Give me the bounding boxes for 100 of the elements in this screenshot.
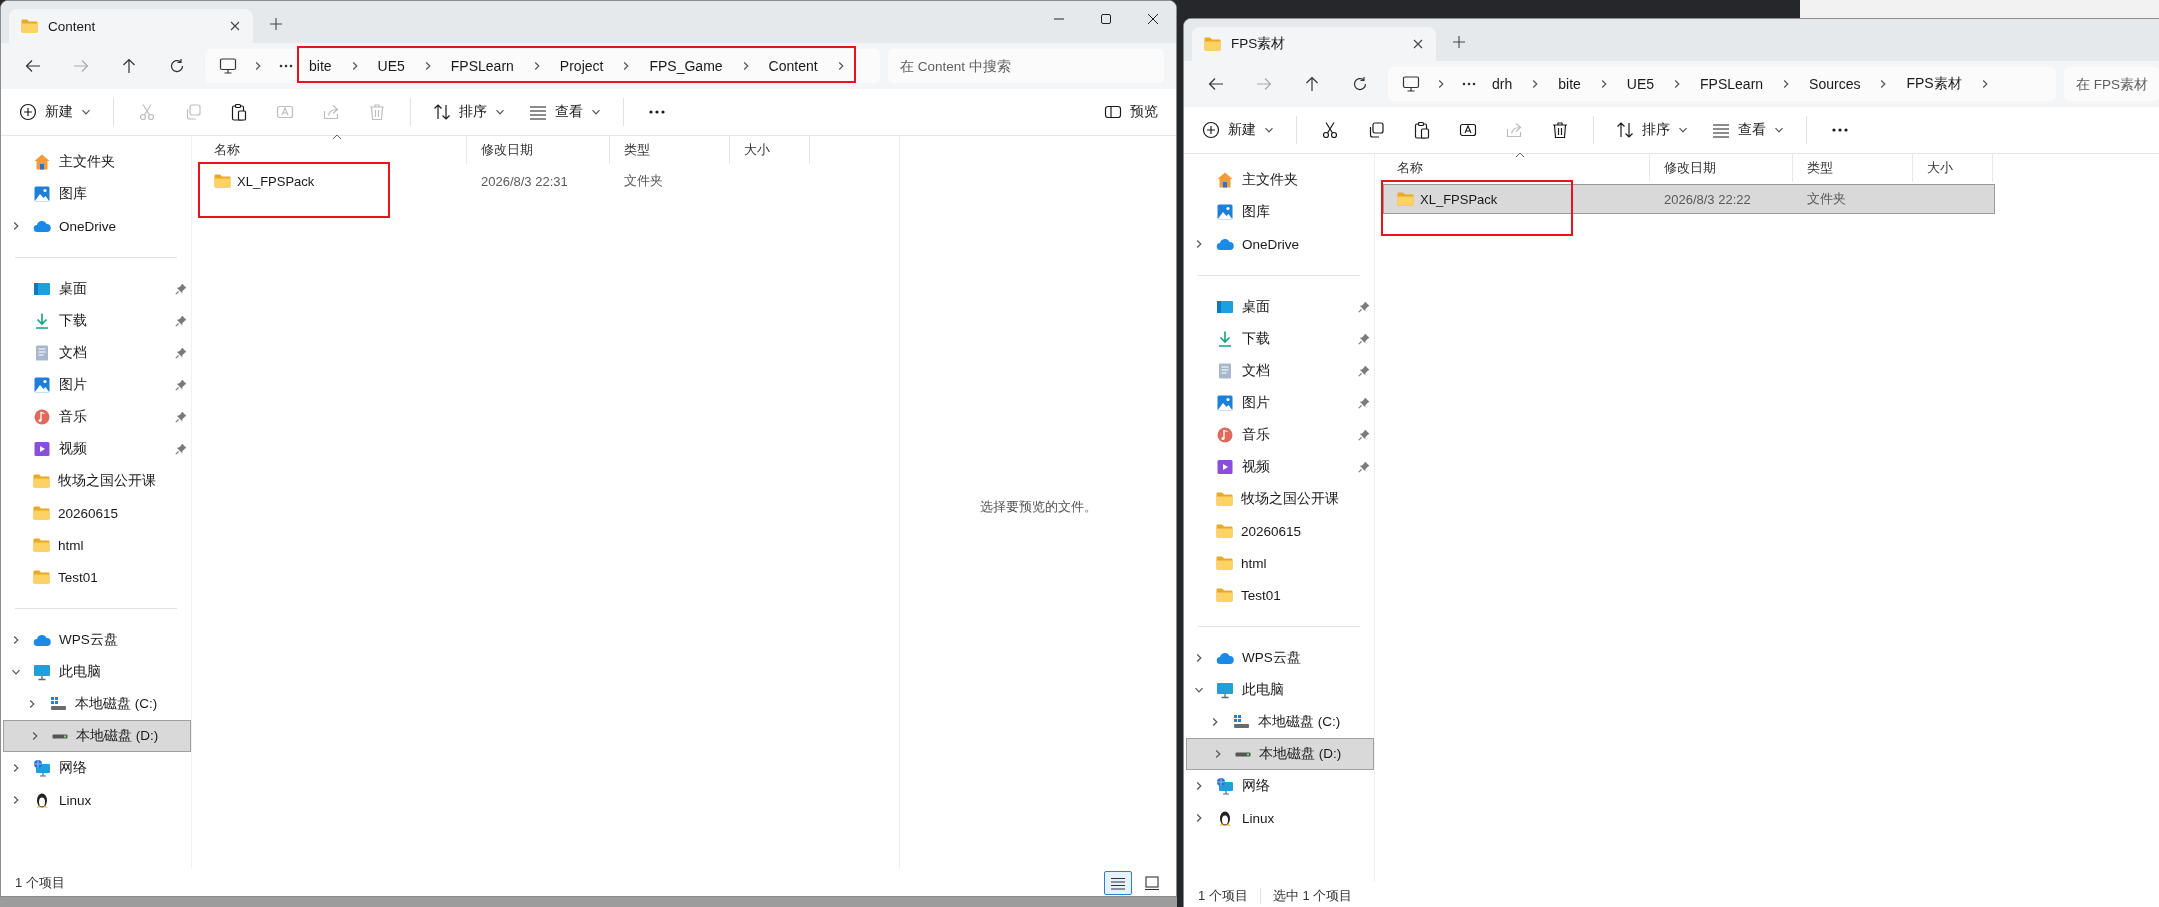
sidebar-item[interactable]: html	[1, 529, 191, 561]
sidebar-item[interactable]: 图片	[1184, 387, 1374, 419]
preview-button[interactable]: 预览	[1096, 95, 1166, 129]
view-button[interactable]: 查看	[1704, 113, 1792, 147]
expand-chevron-icon[interactable]	[27, 699, 37, 709]
close-tab-icon[interactable]	[1412, 38, 1424, 50]
caret-icon[interactable]	[1678, 125, 1688, 135]
sidebar-item[interactable]: 视频	[1184, 451, 1374, 483]
sidebar-item[interactable]: Test01	[1184, 579, 1374, 611]
column-header[interactable]: 大小	[730, 136, 810, 164]
sidebar-item[interactable]: 牧场之国公开课	[1, 465, 191, 497]
sidebar-item[interactable]: OneDrive	[1184, 228, 1374, 260]
collapse-chevron-icon[interactable]	[1194, 685, 1204, 695]
sidebar-item[interactable]: 桌面	[1184, 291, 1374, 323]
new-button[interactable]: 新建	[1194, 113, 1282, 147]
breadcrumb[interactable]: FPS素材	[1906, 75, 1962, 93]
view-button[interactable]: 查看	[521, 95, 609, 129]
pin-icon[interactable]	[175, 411, 187, 423]
sidebar-item[interactable]: WPS云盘	[1, 624, 191, 656]
expand-chevron-icon[interactable]	[1194, 813, 1204, 823]
caret-icon[interactable]	[591, 107, 601, 117]
search-field[interactable]: 在 Content 中搜索	[888, 49, 1164, 83]
collapse-chevron-icon[interactable]	[11, 667, 21, 677]
chevron-icon[interactable]	[1436, 79, 1446, 89]
pin-icon[interactable]	[175, 283, 187, 295]
expand-chevron-icon[interactable]	[1194, 781, 1204, 791]
file-row[interactable]: XL_FPSPack 2026/8/3 22:31 文件夹	[200, 166, 812, 196]
sidebar-item[interactable]: WPS云盘	[1184, 642, 1374, 674]
column-header[interactable]: 大小	[1913, 154, 1993, 182]
breadcrumb[interactable]: FPS_Game	[649, 58, 723, 74]
sidebar-item[interactable]: 音乐	[1184, 419, 1374, 451]
sidebar-item[interactable]: 文档	[1, 337, 191, 369]
sort-button[interactable]: 排序	[1608, 113, 1696, 147]
breadcrumb[interactable]: FPSLearn	[1700, 76, 1764, 92]
chevron-icon[interactable]	[253, 61, 263, 71]
breadcrumb[interactable]: Content	[768, 58, 818, 74]
sidebar-item[interactable]: 图片	[1, 369, 191, 401]
sidebar-item[interactable]: Linux	[1184, 802, 1374, 834]
pin-icon[interactable]	[175, 347, 187, 359]
new-button[interactable]: 新建	[11, 95, 99, 129]
sidebar-item[interactable]: 主文件夹	[1184, 164, 1374, 196]
pin-icon[interactable]	[1358, 461, 1370, 473]
expand-chevron-icon[interactable]	[1194, 239, 1204, 249]
breadcrumb[interactable]: UE5	[377, 58, 405, 74]
sidebar-item[interactable]: 桌面	[1, 273, 191, 305]
pin-icon[interactable]	[1358, 429, 1370, 441]
expand-chevron-icon[interactable]	[1194, 653, 1204, 663]
sidebar-item[interactable]: 牧场之国公开课	[1184, 483, 1374, 515]
expand-chevron-icon[interactable]	[11, 635, 21, 645]
tab[interactable]: FPS素材	[1192, 27, 1436, 61]
expand-chevron-icon[interactable]	[1213, 749, 1223, 759]
breadcrumb[interactable]: Sources	[1809, 76, 1861, 92]
sidebar-item[interactable]: OneDrive	[1, 210, 191, 242]
column-header[interactable]: 类型	[1793, 154, 1913, 182]
new-tab-icon[interactable]	[269, 17, 283, 31]
file-row[interactable]: XL_FPSPack 2026/8/3 22:22 文件夹	[1383, 184, 1995, 214]
address-bar[interactable]: drh bite UE5 FPSLearn Sources FPS素材	[1388, 67, 2056, 101]
sort-button[interactable]: 排序	[425, 95, 513, 129]
caret-icon[interactable]	[495, 107, 505, 117]
breadcrumb[interactable]: drh	[1492, 76, 1513, 92]
sidebar-item[interactable]: 本地磁盘 (C:)	[1184, 706, 1374, 738]
details-view-button[interactable]	[1104, 870, 1132, 895]
pin-icon[interactable]	[175, 379, 187, 391]
sidebar-item[interactable]: 本地磁盘 (C:)	[1, 688, 191, 720]
sidebar-item[interactable]: 下载	[1, 305, 191, 337]
sidebar-item[interactable]: 下载	[1184, 323, 1374, 355]
breadcrumb[interactable]: FPSLearn	[450, 58, 514, 74]
pin-icon[interactable]	[1358, 333, 1370, 345]
pin-icon[interactable]	[1358, 301, 1370, 313]
sidebar-item[interactable]: 文档	[1184, 355, 1374, 387]
sidebar-item[interactable]: 音乐	[1, 401, 191, 433]
column-header[interactable]: 名称	[1383, 154, 1650, 182]
breadcrumb[interactable]: UE5	[1626, 76, 1655, 92]
expand-chevron-icon[interactable]	[11, 221, 21, 231]
pin-icon[interactable]	[1358, 397, 1370, 409]
search-field[interactable]: 在 FPS素材	[2064, 67, 2159, 101]
expand-chevron-icon[interactable]	[30, 731, 40, 741]
expand-chevron-icon[interactable]	[11, 763, 21, 773]
caret-icon[interactable]	[81, 107, 91, 117]
expand-chevron-icon[interactable]	[1210, 717, 1220, 727]
column-header[interactable]: 类型	[610, 136, 730, 164]
sidebar-item[interactable]: 此电脑	[1, 656, 191, 688]
tab[interactable]: Content	[9, 9, 253, 43]
breadcrumb[interactable]: Project	[559, 58, 604, 74]
sidebar-item[interactable]: Linux	[1, 784, 191, 816]
column-header[interactable]: 修改日期	[467, 136, 610, 164]
caret-icon[interactable]	[1774, 125, 1784, 135]
sidebar-item[interactable]: Test01	[1, 561, 191, 593]
sidebar-item[interactable]: 图库	[1184, 196, 1374, 228]
pin-icon[interactable]	[175, 443, 187, 455]
sidebar-item[interactable]: 20260615	[1184, 515, 1374, 547]
caret-icon[interactable]	[1264, 125, 1274, 135]
more-icon[interactable]	[1462, 82, 1476, 86]
new-tab-icon[interactable]	[1452, 35, 1466, 49]
breadcrumb[interactable]: bite	[1558, 76, 1581, 92]
column-header[interactable]: 名称	[200, 136, 467, 164]
column-header[interactable]: 修改日期	[1650, 154, 1793, 182]
close-tab-icon[interactable]	[229, 20, 241, 32]
sidebar-item[interactable]: 此电脑	[1184, 674, 1374, 706]
sidebar-item[interactable]: 图库	[1, 178, 191, 210]
